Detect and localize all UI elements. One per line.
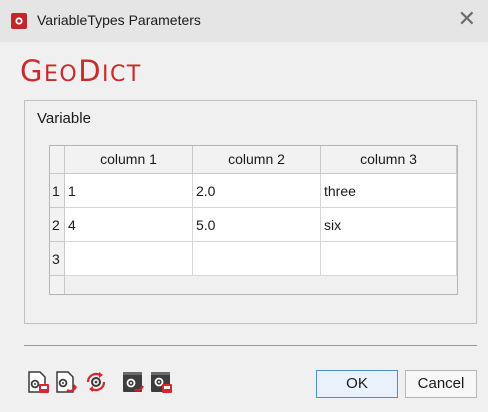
window-title: VariableTypes Parameters: [37, 12, 201, 28]
table-cell[interactable]: [321, 242, 457, 276]
table-cell[interactable]: six: [321, 208, 457, 242]
column-header-1[interactable]: column 1: [65, 146, 193, 173]
row-header-2[interactable]: 2: [50, 208, 65, 242]
table-cell[interactable]: 2.0: [193, 174, 321, 208]
row-header-stub: [50, 276, 65, 294]
table-cell[interactable]: 4: [65, 208, 193, 242]
ok-button[interactable]: OK: [316, 370, 398, 398]
column-header-3[interactable]: column 3: [321, 146, 457, 173]
save-settings-icon[interactable]: [54, 370, 78, 394]
table-empty-area: [50, 276, 457, 294]
geodict-app-icon: [11, 13, 27, 29]
reset-settings-icon[interactable]: [84, 370, 108, 394]
variable-group-label: Variable: [37, 110, 91, 127]
table-cell[interactable]: [65, 242, 193, 276]
table-cell[interactable]: 5.0: [193, 208, 321, 242]
column-header-2[interactable]: column 2: [193, 146, 321, 173]
table-cell[interactable]: 1: [65, 174, 193, 208]
variable-table[interactable]: column 1 column 2 column 3 1 1 2.0 three…: [49, 145, 458, 295]
load-settings-icon[interactable]: [26, 370, 50, 394]
row-header-1[interactable]: 1: [50, 174, 65, 208]
cancel-button[interactable]: Cancel: [405, 370, 477, 398]
separator: [24, 345, 477, 346]
geodict-logo: GEODICT: [20, 54, 142, 88]
load-macro-icon[interactable]: [121, 370, 145, 394]
table-cell[interactable]: three: [321, 174, 457, 208]
table-cell[interactable]: [193, 242, 321, 276]
row-header-3[interactable]: 3: [50, 242, 65, 276]
title-bar: VariableTypes Parameters ✕: [0, 0, 488, 42]
table-header: column 1 column 2 column 3: [50, 146, 457, 174]
table-corner[interactable]: [50, 146, 65, 173]
close-icon[interactable]: ✕: [458, 8, 476, 30]
save-macro-icon[interactable]: [149, 370, 173, 394]
